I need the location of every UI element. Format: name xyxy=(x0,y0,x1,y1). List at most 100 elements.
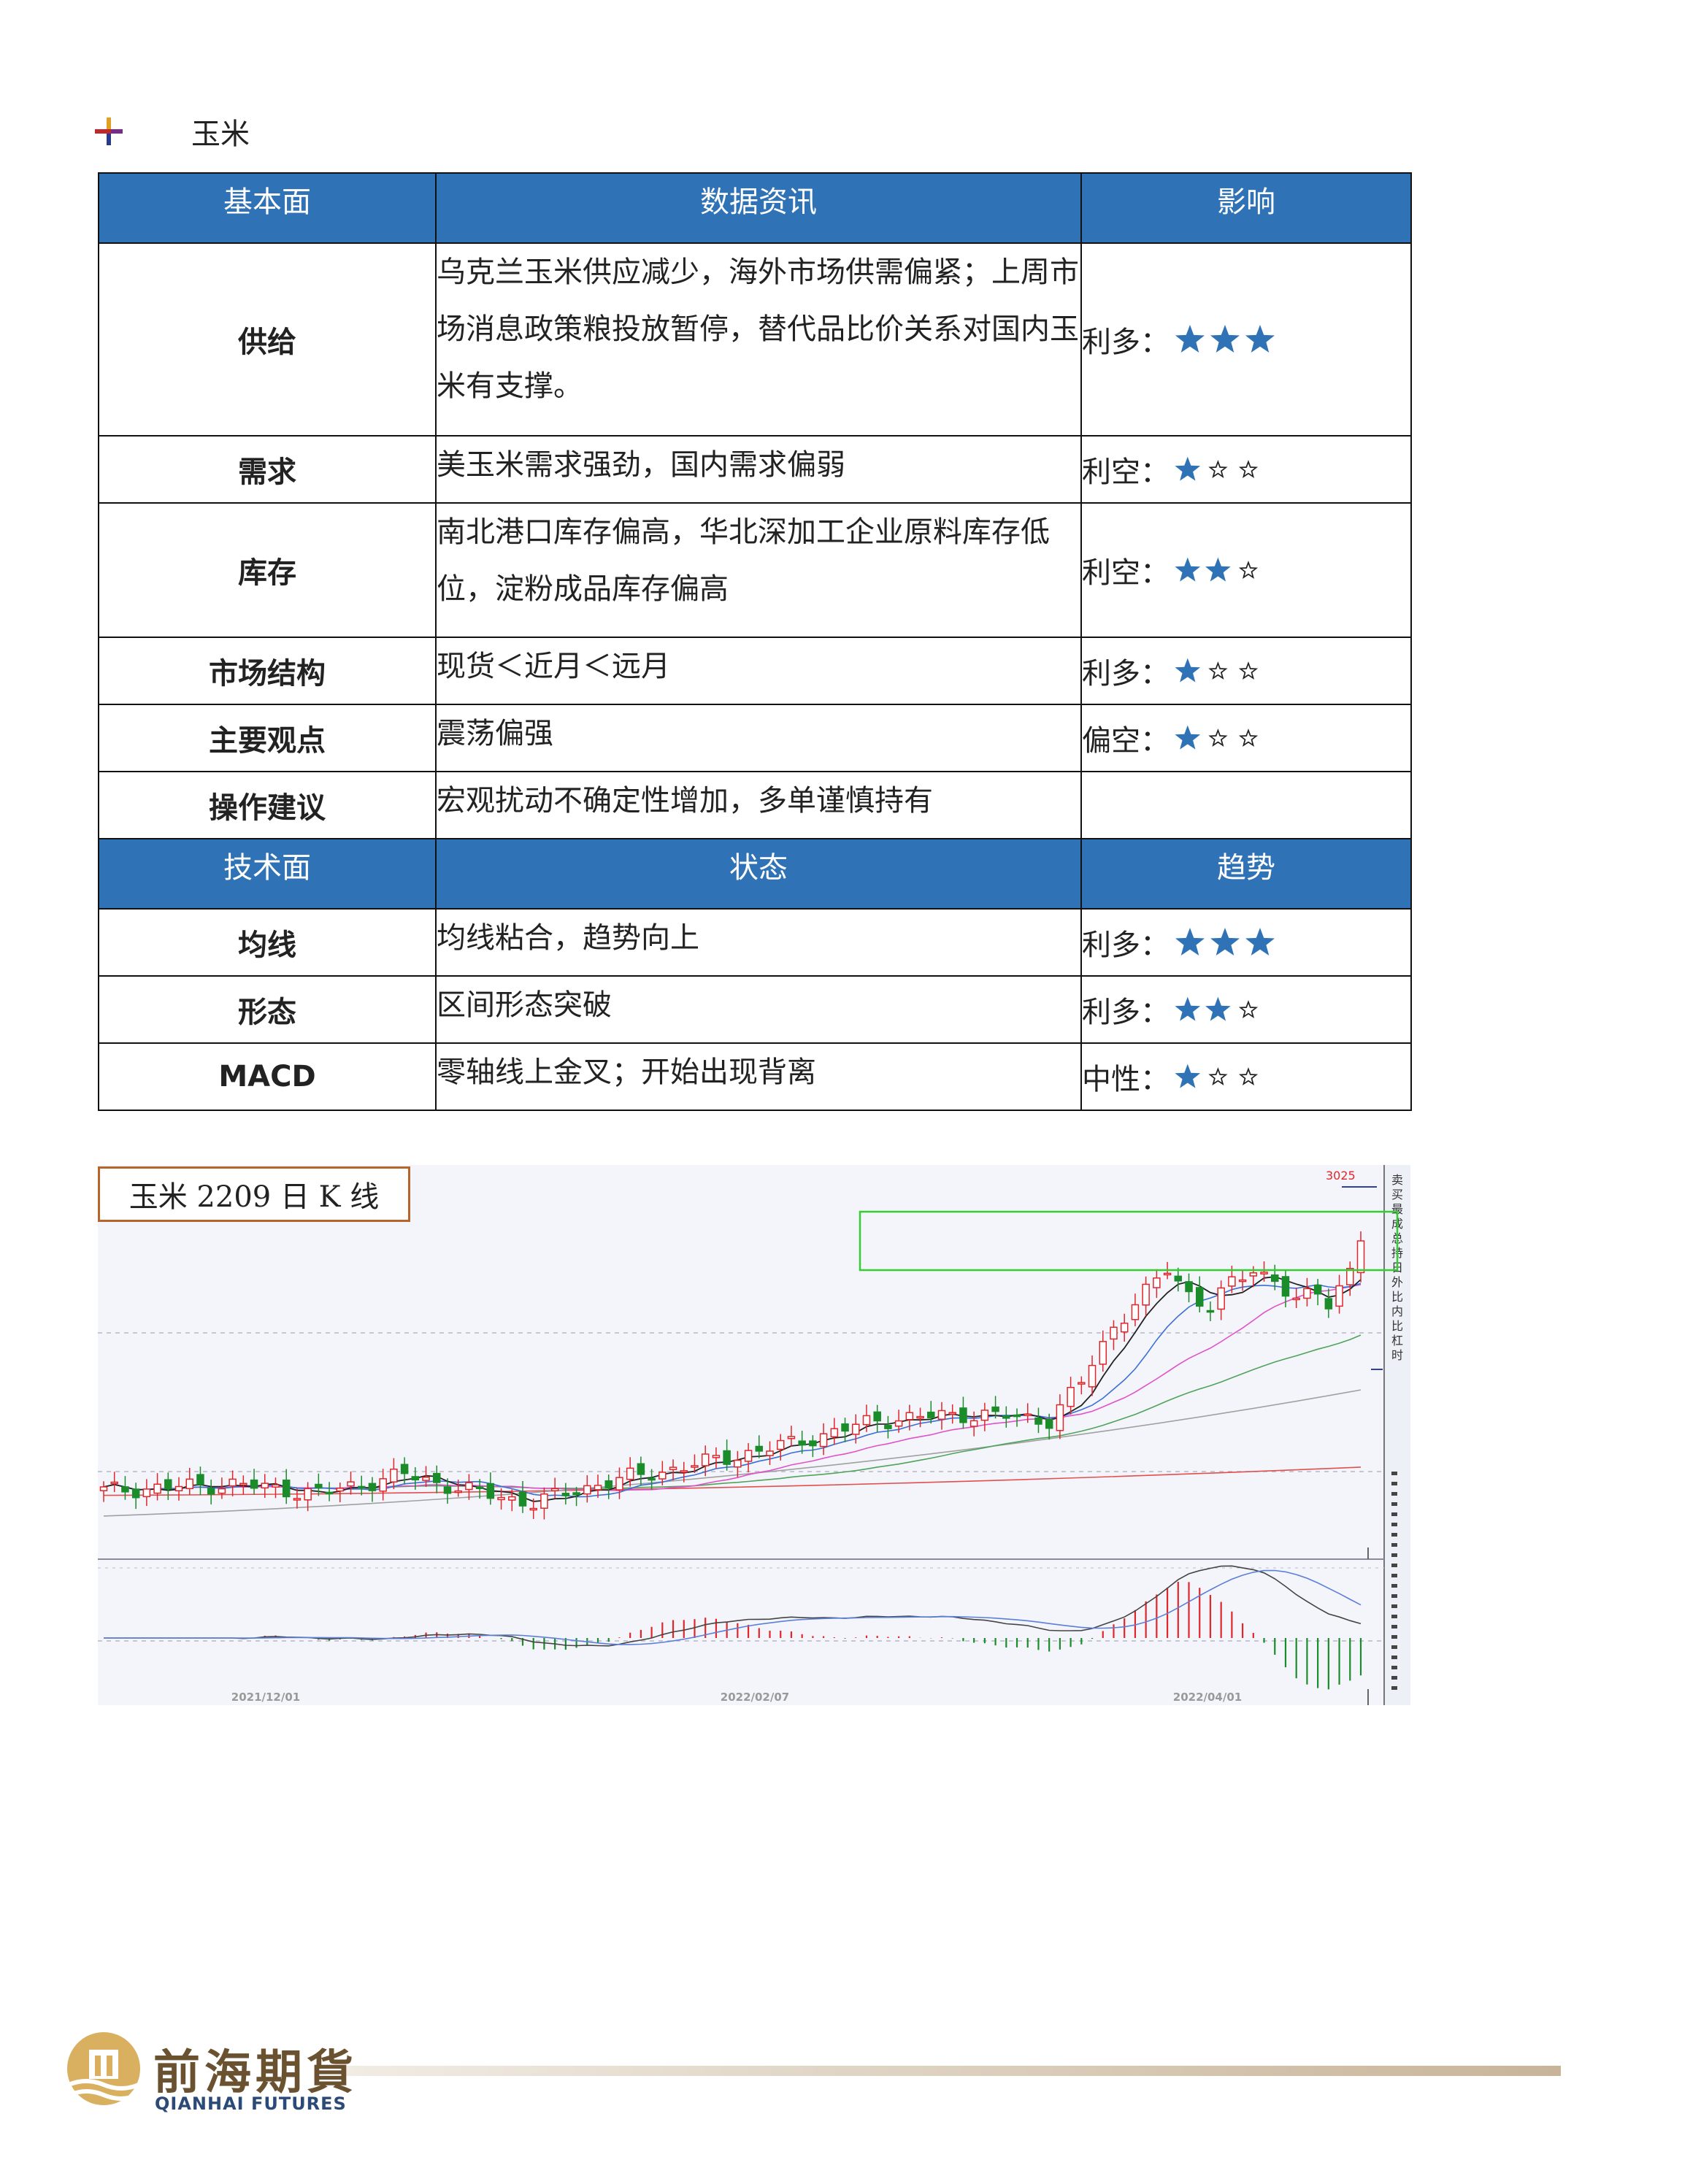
table-row: 库存 南北港口库存偏高，华北深加工企业原料库存低位，淀粉成品库存偏高 利空： xyxy=(98,502,1412,638)
row-category: 库存 xyxy=(98,502,437,638)
candle-body xyxy=(368,1483,377,1491)
candle-body xyxy=(1238,1279,1247,1283)
candle-body xyxy=(1034,1417,1042,1425)
x-axis-label: 2021/12/01 xyxy=(231,1691,300,1704)
side-label: 比 xyxy=(1391,1319,1403,1333)
candle-body xyxy=(357,1485,366,1489)
candle-body xyxy=(637,1463,645,1475)
column-header: 基本面 xyxy=(98,172,437,244)
impact-label: 利多： xyxy=(1082,326,1170,359)
star-empty-icon xyxy=(1208,1067,1228,1085)
rating-stars xyxy=(1175,725,1259,750)
candle-body xyxy=(1163,1272,1172,1276)
candle-body xyxy=(325,1491,334,1495)
candle-body xyxy=(1356,1240,1365,1274)
row-info: 区间形态突破 xyxy=(435,975,1082,1044)
row-impact: 中性： xyxy=(1080,1042,1412,1111)
row-info: 乌克兰玉米供应减少，海外市场供需偏紧；上周市场消息政策粮投放暂停，替代品比价关系… xyxy=(435,242,1082,437)
candle-body xyxy=(669,1466,677,1470)
star-empty-icon xyxy=(1208,460,1228,478)
side-tick xyxy=(1391,1512,1397,1516)
rating-stars xyxy=(1175,456,1259,481)
candle-body xyxy=(1045,1418,1053,1429)
candle-body xyxy=(1131,1304,1140,1320)
x-axis-label: 2022/02/07 xyxy=(721,1691,789,1704)
row-impact xyxy=(1080,771,1412,839)
company-logo-icon xyxy=(67,2032,140,2105)
impact-label: 中性： xyxy=(1082,1063,1170,1096)
candle-body xyxy=(99,1486,108,1491)
side-tick xyxy=(1391,1604,1397,1608)
row-category: 形态 xyxy=(98,975,437,1044)
candle-body xyxy=(443,1486,452,1494)
candle-body xyxy=(400,1464,409,1474)
rating-stars xyxy=(1175,325,1275,353)
candle-body xyxy=(809,1440,817,1447)
candle-body xyxy=(884,1425,892,1429)
candle-body xyxy=(1260,1272,1268,1274)
candle-body xyxy=(347,1481,355,1487)
candle-body xyxy=(959,1407,967,1423)
star-filled-icon xyxy=(1210,928,1240,956)
candle-body xyxy=(1217,1287,1225,1310)
bullet-icon xyxy=(93,116,124,147)
column-header: 数据资讯 xyxy=(435,172,1082,244)
table-row: 均线 均线粘合，趋势向上 利多： xyxy=(98,908,1412,977)
candle-body xyxy=(207,1488,215,1495)
row-info: 现货＜近月＜远月 xyxy=(435,637,1082,705)
table-row: 需求 美玉米需求强劲，国内需求偏弱 利空： xyxy=(98,435,1412,504)
candle-body xyxy=(390,1468,398,1483)
row-info: 宏观扰动不确定性增加，多单谨慎持有 xyxy=(435,771,1082,839)
impact-label: 利空： xyxy=(1082,455,1170,489)
row-category: 供给 xyxy=(98,242,437,437)
candle-body xyxy=(1120,1323,1129,1333)
candle-body xyxy=(991,1406,999,1412)
candle-body xyxy=(1153,1277,1161,1288)
candle-body xyxy=(1206,1310,1215,1313)
row-impact: 利空： xyxy=(1080,435,1412,504)
side-label: 卖 xyxy=(1391,1173,1403,1187)
row-category: 均线 xyxy=(98,908,437,977)
candle-body xyxy=(852,1423,860,1435)
candle-body xyxy=(980,1410,989,1421)
candle-body xyxy=(1292,1297,1300,1301)
row-impact: 利多： xyxy=(1080,637,1412,705)
rating-stars xyxy=(1175,996,1259,1021)
side-label: 时 xyxy=(1391,1348,1403,1362)
candle-body xyxy=(250,1479,258,1489)
rating-stars xyxy=(1175,557,1259,582)
candle-body xyxy=(1324,1298,1333,1310)
candle-body xyxy=(594,1485,602,1491)
row-impact: 利多： xyxy=(1080,975,1412,1044)
rating-stars xyxy=(1175,928,1275,956)
side-tick xyxy=(1391,1656,1397,1659)
star-filled-icon xyxy=(1175,456,1201,481)
candle-body xyxy=(1013,1414,1021,1418)
side-tick xyxy=(1391,1492,1397,1496)
candle-body xyxy=(776,1439,785,1450)
candle-body xyxy=(433,1472,441,1483)
analysis-table: 基本面 数据资讯 影响 供给 乌克兰玉米供应减少，海外市场供需偏紧；上周市场消息政策粮投… xyxy=(98,172,1412,1111)
side-tick xyxy=(1391,1625,1397,1629)
candle-body xyxy=(110,1481,118,1485)
side-label: 杠 xyxy=(1391,1334,1403,1347)
side-tick xyxy=(1391,1543,1397,1547)
star-empty-icon xyxy=(1238,1000,1259,1018)
candle-body xyxy=(1056,1404,1064,1431)
table-header-row: 技术面 状态 趋势 xyxy=(98,838,1412,910)
star-filled-icon xyxy=(1175,325,1205,353)
candle-body xyxy=(626,1467,634,1480)
candle-body xyxy=(229,1478,237,1487)
row-category: MACD xyxy=(98,1042,437,1111)
candle-body xyxy=(1024,1413,1032,1417)
x-axis-label: 2022/04/01 xyxy=(1173,1691,1242,1704)
candle-body xyxy=(561,1493,570,1496)
row-info: 均线粘合，趋势向上 xyxy=(435,908,1082,977)
candle-body xyxy=(131,1488,140,1499)
candle-body xyxy=(1303,1288,1311,1299)
candle-body xyxy=(572,1492,580,1496)
star-empty-icon xyxy=(1238,661,1259,680)
row-impact: 利空： xyxy=(1080,502,1412,638)
candle-body xyxy=(766,1450,774,1456)
candle-body xyxy=(1313,1284,1322,1295)
